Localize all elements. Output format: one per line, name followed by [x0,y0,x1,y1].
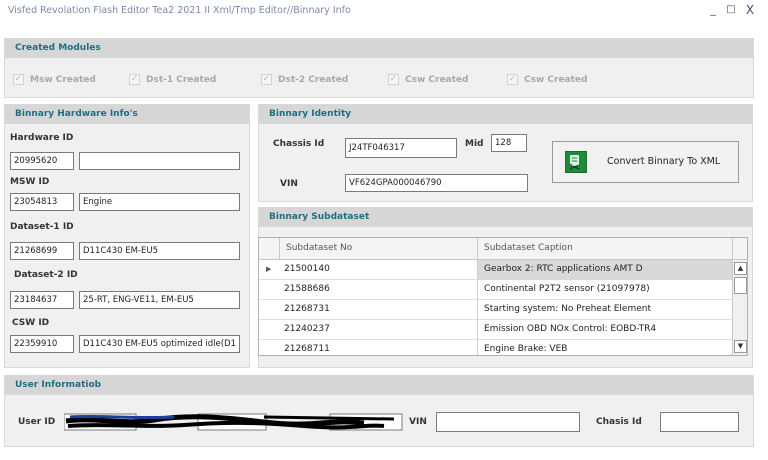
column-divider [477,320,478,340]
user-id-label: User ID [18,417,56,427]
created-modules-panel: Created Modules ✓ Msw Created ✓ Dst-1 Crea… [4,38,754,98]
hardware-info-panel: Binnary Hardware Info's [4,104,250,368]
table-row[interactable]: 21240237 Emission OBD NOx Control: EOBD-… [259,320,747,340]
subdataset-caption-cell[interactable]: Engine Brake: VEB [484,344,567,354]
dataset2-id-label: Dataset-2 ID [14,270,78,280]
user-info-panel: User Informatiob [4,375,754,447]
grid-header: Subdataset No Subdataset Caption [259,238,747,260]
dataset1-id-code-field[interactable]: 21268699 [10,242,74,260]
subdataset-no-cell[interactable]: 21268731 [284,304,330,314]
window-title: Visfed Revolation Flash Editor Tea2 2021… [8,5,351,16]
check-icon: ✓ [129,74,140,85]
subdataset-header: Binnary Subdataset [259,208,752,227]
msw-created-checkbox[interactable]: ✓ Msw Created [13,74,96,85]
checkbox-label: Csw Created [405,74,469,85]
title-bar: Visfed Revolation Flash Editor Tea2 2021… [0,0,768,22]
column-divider [279,238,280,260]
table-row[interactable]: 21268711 Engine Brake: VEB [259,340,747,355]
redacted-scribble [63,413,404,431]
user-vin-label: VIN [409,417,427,427]
column-divider [477,260,478,280]
msw-id-label: MSW ID [10,177,50,187]
created-modules-header: Created Modules [5,39,753,58]
minimize-button[interactable]: _ [706,3,720,17]
chassis-id-field[interactable]: J24TF046317 [345,138,457,158]
csw-id-label: CSW ID [12,318,50,328]
column-divider [732,238,733,260]
column-header-subdataset-caption[interactable]: Subdataset Caption [484,243,573,253]
hardware-id-label: Hardware ID [10,133,74,143]
column-divider [477,300,478,320]
user-info-header: User Informatiob [5,376,753,395]
check-icon: ✓ [388,74,399,85]
subdataset-caption-cell[interactable]: Emission OBD NOx Control: EOBD-TR4 [484,324,656,334]
column-divider [477,238,478,260]
identity-header: Binnary Identity [259,105,752,124]
hardware-info-header: Binnary Hardware Info's [5,105,249,124]
subdataset-no-cell[interactable]: 21240237 [284,324,330,334]
dataset1-id-label: Dataset-1 ID [10,222,74,232]
check-icon: ✓ [507,74,518,85]
current-row-arrow-icon: ▶ [266,265,272,273]
dataset1-id-desc-field[interactable]: D11C430 EM-EU5 [79,242,240,260]
scissors-icon: ✂ [569,160,581,176]
column-divider [477,340,478,355]
mid-field[interactable]: 128 [491,134,527,152]
dataset2-id-desc-field[interactable]: 25-RT, ENG-VE11, EM-EU5 [79,291,240,309]
convert-binnary-to-xml-button[interactable]: ✂ Convert Binnary To XML [552,141,739,183]
csw-created-checkbox-2[interactable]: ✓ Csw Created [507,74,587,85]
subdataset-no-cell[interactable]: 21588686 [284,284,330,294]
csw-id-code-field[interactable]: 22359910 [10,335,74,353]
checkbox-label: Msw Created [30,74,96,85]
subdataset-caption-cell[interactable]: Continental P2T2 sensor (21097978) [484,284,650,294]
msw-id-desc-field[interactable]: Engine [79,193,240,211]
hardware-id-desc-field[interactable] [79,152,240,170]
check-icon: ✓ [13,74,24,85]
hardware-info-title: Binnary Hardware Info's [15,109,138,119]
scroll-down-icon[interactable]: ▼ [734,340,747,353]
subdataset-title: Binnary Subdataset [269,212,370,222]
column-divider [477,280,478,300]
msw-id-code-field[interactable]: 23054813 [10,193,74,211]
csw-id-desc-field[interactable]: D11C430 EM-EU5 optimized idle(D1 [79,335,240,353]
chassis-id-label: Chassis Id [273,139,325,149]
checkbox-label: Csw Created [524,74,588,85]
table-row[interactable]: 21588686 Continental P2T2 sensor (210979… [259,280,747,300]
close-button[interactable]: X [743,3,757,17]
user-info-title: User Informatiob [15,380,102,390]
dataset2-id-code-field[interactable]: 23184637 [10,291,74,309]
user-vin-field[interactable] [436,412,580,432]
chasis-id-label: Chasis Id [596,417,642,427]
maximize-button[interactable]: □ [724,3,738,17]
dst1-created-checkbox[interactable]: ✓ Dst-1 Created [129,74,216,85]
checkbox-label: Dst-2 Created [278,74,349,85]
scroll-thumb[interactable] [734,277,747,294]
csw-created-checkbox[interactable]: ✓ Csw Created [388,74,468,85]
checkbox-label: Dst-1 Created [146,74,217,85]
subdataset-caption-cell[interactable]: Gearbox 2: RTC applications AMT D [484,264,643,274]
vin-field[interactable]: VF624GPA000046790 [345,174,528,192]
table-row[interactable]: ▶ 21500140 Gearbox 2: RTC applications A… [259,260,747,280]
grid-vertical-scrollbar[interactable]: ▲ ▼ [732,260,747,355]
mid-label: Mid [465,139,484,149]
subdataset-no-cell[interactable]: 21268711 [284,344,330,354]
vin-label: VIN [280,179,298,189]
subdataset-grid: Subdataset No Subdataset Caption ▶ 21500… [258,237,748,356]
hardware-id-code-field[interactable]: 20995620 [10,152,74,170]
subdataset-no-cell[interactable]: 21500140 [284,264,330,274]
identity-title: Binnary Identity [269,109,352,119]
scroll-up-icon[interactable]: ▲ [734,262,747,275]
check-icon: ✓ [261,74,272,85]
chasis-id-field[interactable] [660,412,739,432]
column-header-subdataset-no[interactable]: Subdataset No [286,243,352,253]
created-modules-title: Created Modules [15,43,101,53]
dst2-created-checkbox[interactable]: ✓ Dst-2 Created [261,74,348,85]
subdataset-caption-cell[interactable]: Starting system: No Preheat Element [484,304,651,314]
convert-button-label: Convert Binnary To XML [607,156,721,167]
table-row[interactable]: 21268731 Starting system: No Preheat Ele… [259,300,747,320]
